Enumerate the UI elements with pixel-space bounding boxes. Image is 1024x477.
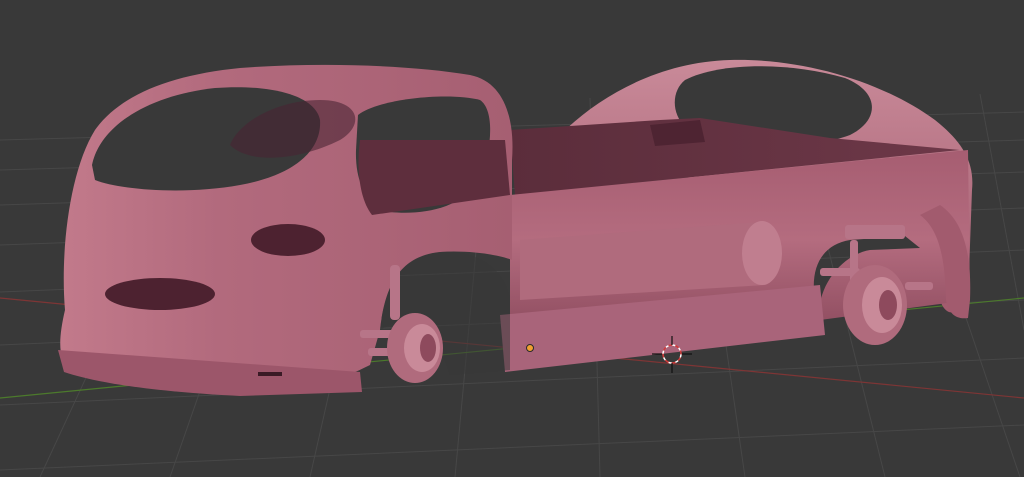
viewport-canvas[interactable]: [0, 0, 1024, 477]
rear-wheel-hub: [843, 265, 907, 345]
fuel-tank-cap: [742, 221, 782, 285]
object-origin-icon[interactable]: [526, 344, 534, 352]
3d-viewport[interactable]: [0, 0, 1024, 477]
upper-intake: [251, 224, 325, 256]
lower-intake: [105, 278, 215, 310]
fog-light-slot: [258, 372, 282, 376]
car-model[interactable]: [58, 59, 973, 396]
front-wheel-hub: [387, 313, 443, 383]
